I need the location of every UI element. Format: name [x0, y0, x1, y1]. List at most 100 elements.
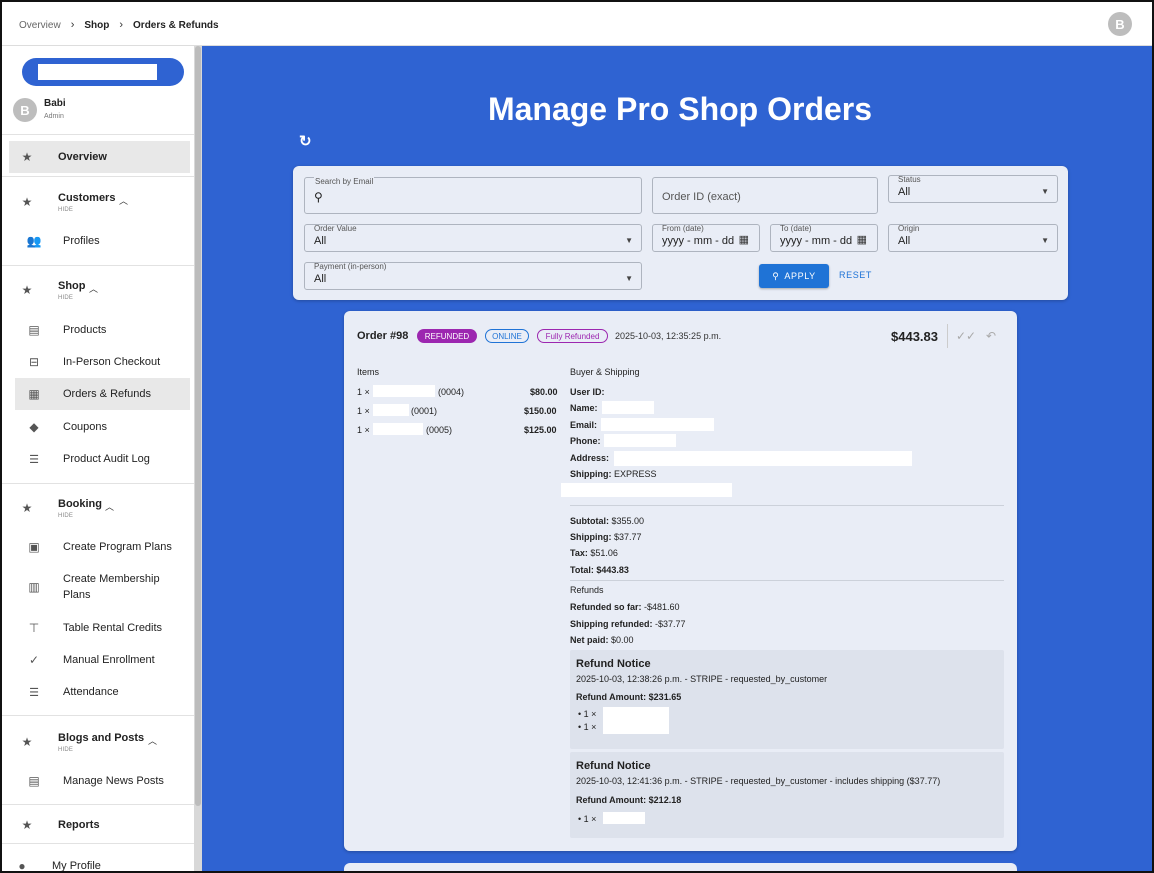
search-email-field[interactable]: Search by Email ⚲ [304, 177, 642, 214]
sidebar-item-attendance[interactable]: ☰ Attendance [2, 676, 194, 708]
breadcrumb-shop[interactable]: Shop [84, 20, 109, 31]
sidebar-item-label: Manage News Posts [63, 775, 164, 787]
net-paid-label: Net paid: [570, 635, 609, 645]
field-label: Search by Email [314, 177, 375, 186]
field-label: From (date) [662, 224, 704, 233]
divider [947, 324, 948, 348]
origin-select[interactable]: Origin All ▼ [888, 224, 1058, 252]
to-date-field[interactable]: To (date) yyyy - mm - dd ▦ [770, 224, 878, 252]
redacted-box [604, 434, 676, 447]
refund-notice-title: Refund Notice [576, 760, 651, 772]
net-paid-value: $0.00 [611, 635, 634, 645]
archive-icon: ▤ [28, 323, 40, 337]
field-value: All [314, 273, 327, 285]
refund-amount-row: Refund Amount: $231.65 [576, 692, 681, 702]
star-icon: ★ [21, 818, 33, 832]
redacted-box [603, 812, 645, 824]
sidebar-item-label: Manual Enrollment [63, 654, 155, 666]
scrollbar-thumb[interactable] [195, 46, 201, 806]
tag-icon: ◆ [29, 420, 39, 434]
sidebar-item-create-program-plans[interactable]: ▣ Create Program Plans [2, 531, 194, 563]
sidebar-section-booking[interactable]: ★ Booking ︿ HIDE [2, 492, 194, 524]
subtotal-label: Subtotal: [570, 516, 609, 526]
dropdown-arrow-icon: ▼ [1041, 187, 1049, 196]
sidebar-section-blogs[interactable]: ★ Blogs and Posts ︿ HIDE [2, 726, 194, 758]
refund-notice-meta: 2025-10-03, 12:41:36 p.m. - STRIPE - req… [576, 776, 941, 786]
refunded-value: -$481.60 [644, 602, 680, 612]
order-number: Order #98 [357, 330, 409, 342]
sidebar-item-products[interactable]: ▤ Products [2, 314, 194, 346]
redacted-box [614, 451, 912, 466]
refund-line-qty: 1 × [583, 709, 597, 719]
field-label: Payment (in-person) [314, 262, 387, 271]
total-row: Total: $443.83 [570, 565, 629, 575]
sidebar-item-label: Overview [58, 151, 107, 163]
sidebar-scrollbar[interactable] [194, 46, 202, 871]
avatar[interactable]: B [1108, 12, 1132, 36]
sidebar-item-table-rental-credits[interactable]: ⊤ Table Rental Credits [2, 612, 194, 644]
chevron-up-icon: ︿ [119, 196, 129, 206]
calendar-icon[interactable]: ▦ [739, 233, 749, 246]
name-label: Name: [570, 403, 598, 413]
order-id-field[interactable]: Order ID (exact) [652, 177, 878, 214]
sidebar-item-reports[interactable]: ★ Reports [2, 809, 194, 841]
hide-label[interactable]: HIDE [58, 513, 73, 519]
sidebar-item-label: Table Rental Credits [63, 622, 163, 634]
sidebar-section-shop[interactable]: ★ Shop ︿ HIDE [2, 274, 194, 306]
order-value-select[interactable]: Order Value All ▼ [304, 224, 642, 252]
order-date: 2025-10-03, 12:35:25 p.m. [615, 331, 722, 341]
undo-icon[interactable]: ↶ [986, 329, 996, 343]
field-value: All [314, 235, 327, 247]
sidebar-item-label: Shop [58, 280, 86, 292]
item-price: $150.00 [524, 406, 557, 416]
item-qty: 1 × [357, 387, 370, 397]
address-label: Address: [570, 453, 610, 463]
redacted-box [373, 423, 423, 435]
sidebar-item-profiles[interactable]: 👥 Profiles [2, 225, 194, 257]
refund-status-badge: Fully Refunded [537, 329, 608, 343]
divider [2, 843, 194, 844]
sidebar-item-coupons[interactable]: ◆ Coupons [2, 411, 194, 443]
sidebar-item-overview[interactable]: ★ Overview [9, 141, 190, 173]
people-icon: 👥 [26, 234, 42, 248]
checklist-icon: ☰ [29, 686, 39, 699]
refund-amount-row: Refund Amount: $212.18 [576, 795, 681, 805]
article-icon: ▤ [28, 774, 40, 788]
sidebar-item-label: Reports [58, 819, 100, 831]
from-date-field[interactable]: From (date) yyyy - mm - dd ▦ [652, 224, 760, 252]
item-price: $125.00 [524, 425, 557, 435]
refund-notice-meta: 2025-10-03, 12:38:26 p.m. - STRIPE - req… [576, 674, 828, 684]
sidebar-item-manual-enrollment[interactable]: ✓ Manual Enrollment [2, 644, 194, 676]
sidebar-item-label: Booking [58, 498, 102, 510]
reset-button[interactable]: RESET [839, 270, 872, 280]
sidebar-item-manage-news-posts[interactable]: ▤ Manage News Posts [2, 765, 194, 797]
sidebar-item-label: Orders & Refunds [63, 388, 152, 400]
sidebar-item-orders-refunds[interactable]: ▦ Orders & Refunds [15, 378, 190, 410]
refresh-icon[interactable]: ↻ [299, 132, 312, 150]
refund-line-qty: 1 × [583, 814, 597, 824]
hide-label[interactable]: HIDE [58, 747, 73, 753]
sidebar-section-customers[interactable]: ★ Customers ︿ HIDE [2, 186, 194, 218]
double-check-icon[interactable]: ✓✓ [956, 329, 976, 343]
subtotal-row: Subtotal: $355.00 [570, 516, 644, 526]
top-bar: Overview › Shop › Orders & Refunds B [2, 2, 1152, 46]
hide-label[interactable]: HIDE [58, 295, 73, 301]
calendar-icon[interactable]: ▦ [857, 233, 867, 246]
item-qty: 1 × [357, 425, 370, 435]
sidebar-search-pill[interactable] [22, 58, 184, 86]
status-select[interactable]: Status All ▼ [888, 175, 1058, 203]
breadcrumb-overview[interactable]: Overview [19, 20, 61, 31]
sidebar-item-my-profile[interactable]: ● My Profile [2, 850, 194, 871]
register-icon: ⊟ [28, 355, 40, 369]
star-icon: ★ [21, 501, 33, 515]
sidebar-item-product-audit-log[interactable]: ☰ Product Audit Log [2, 443, 194, 475]
payment-select[interactable]: Payment (in-person) All ▼ [304, 262, 642, 290]
sidebar-item-in-person-checkout[interactable]: ⊟ In-Person Checkout [2, 346, 194, 378]
sidebar-item-create-membership-plans[interactable]: ▥ Create Membership Plans [2, 569, 194, 605]
redacted-box [602, 401, 654, 414]
apply-button[interactable]: ⚲ APPLY [759, 264, 829, 288]
chevron-right-icon: › [119, 19, 124, 31]
field-label: Status [898, 175, 921, 184]
hide-label[interactable]: HIDE [58, 207, 73, 213]
field-value: yyyy - mm - dd [662, 235, 735, 247]
